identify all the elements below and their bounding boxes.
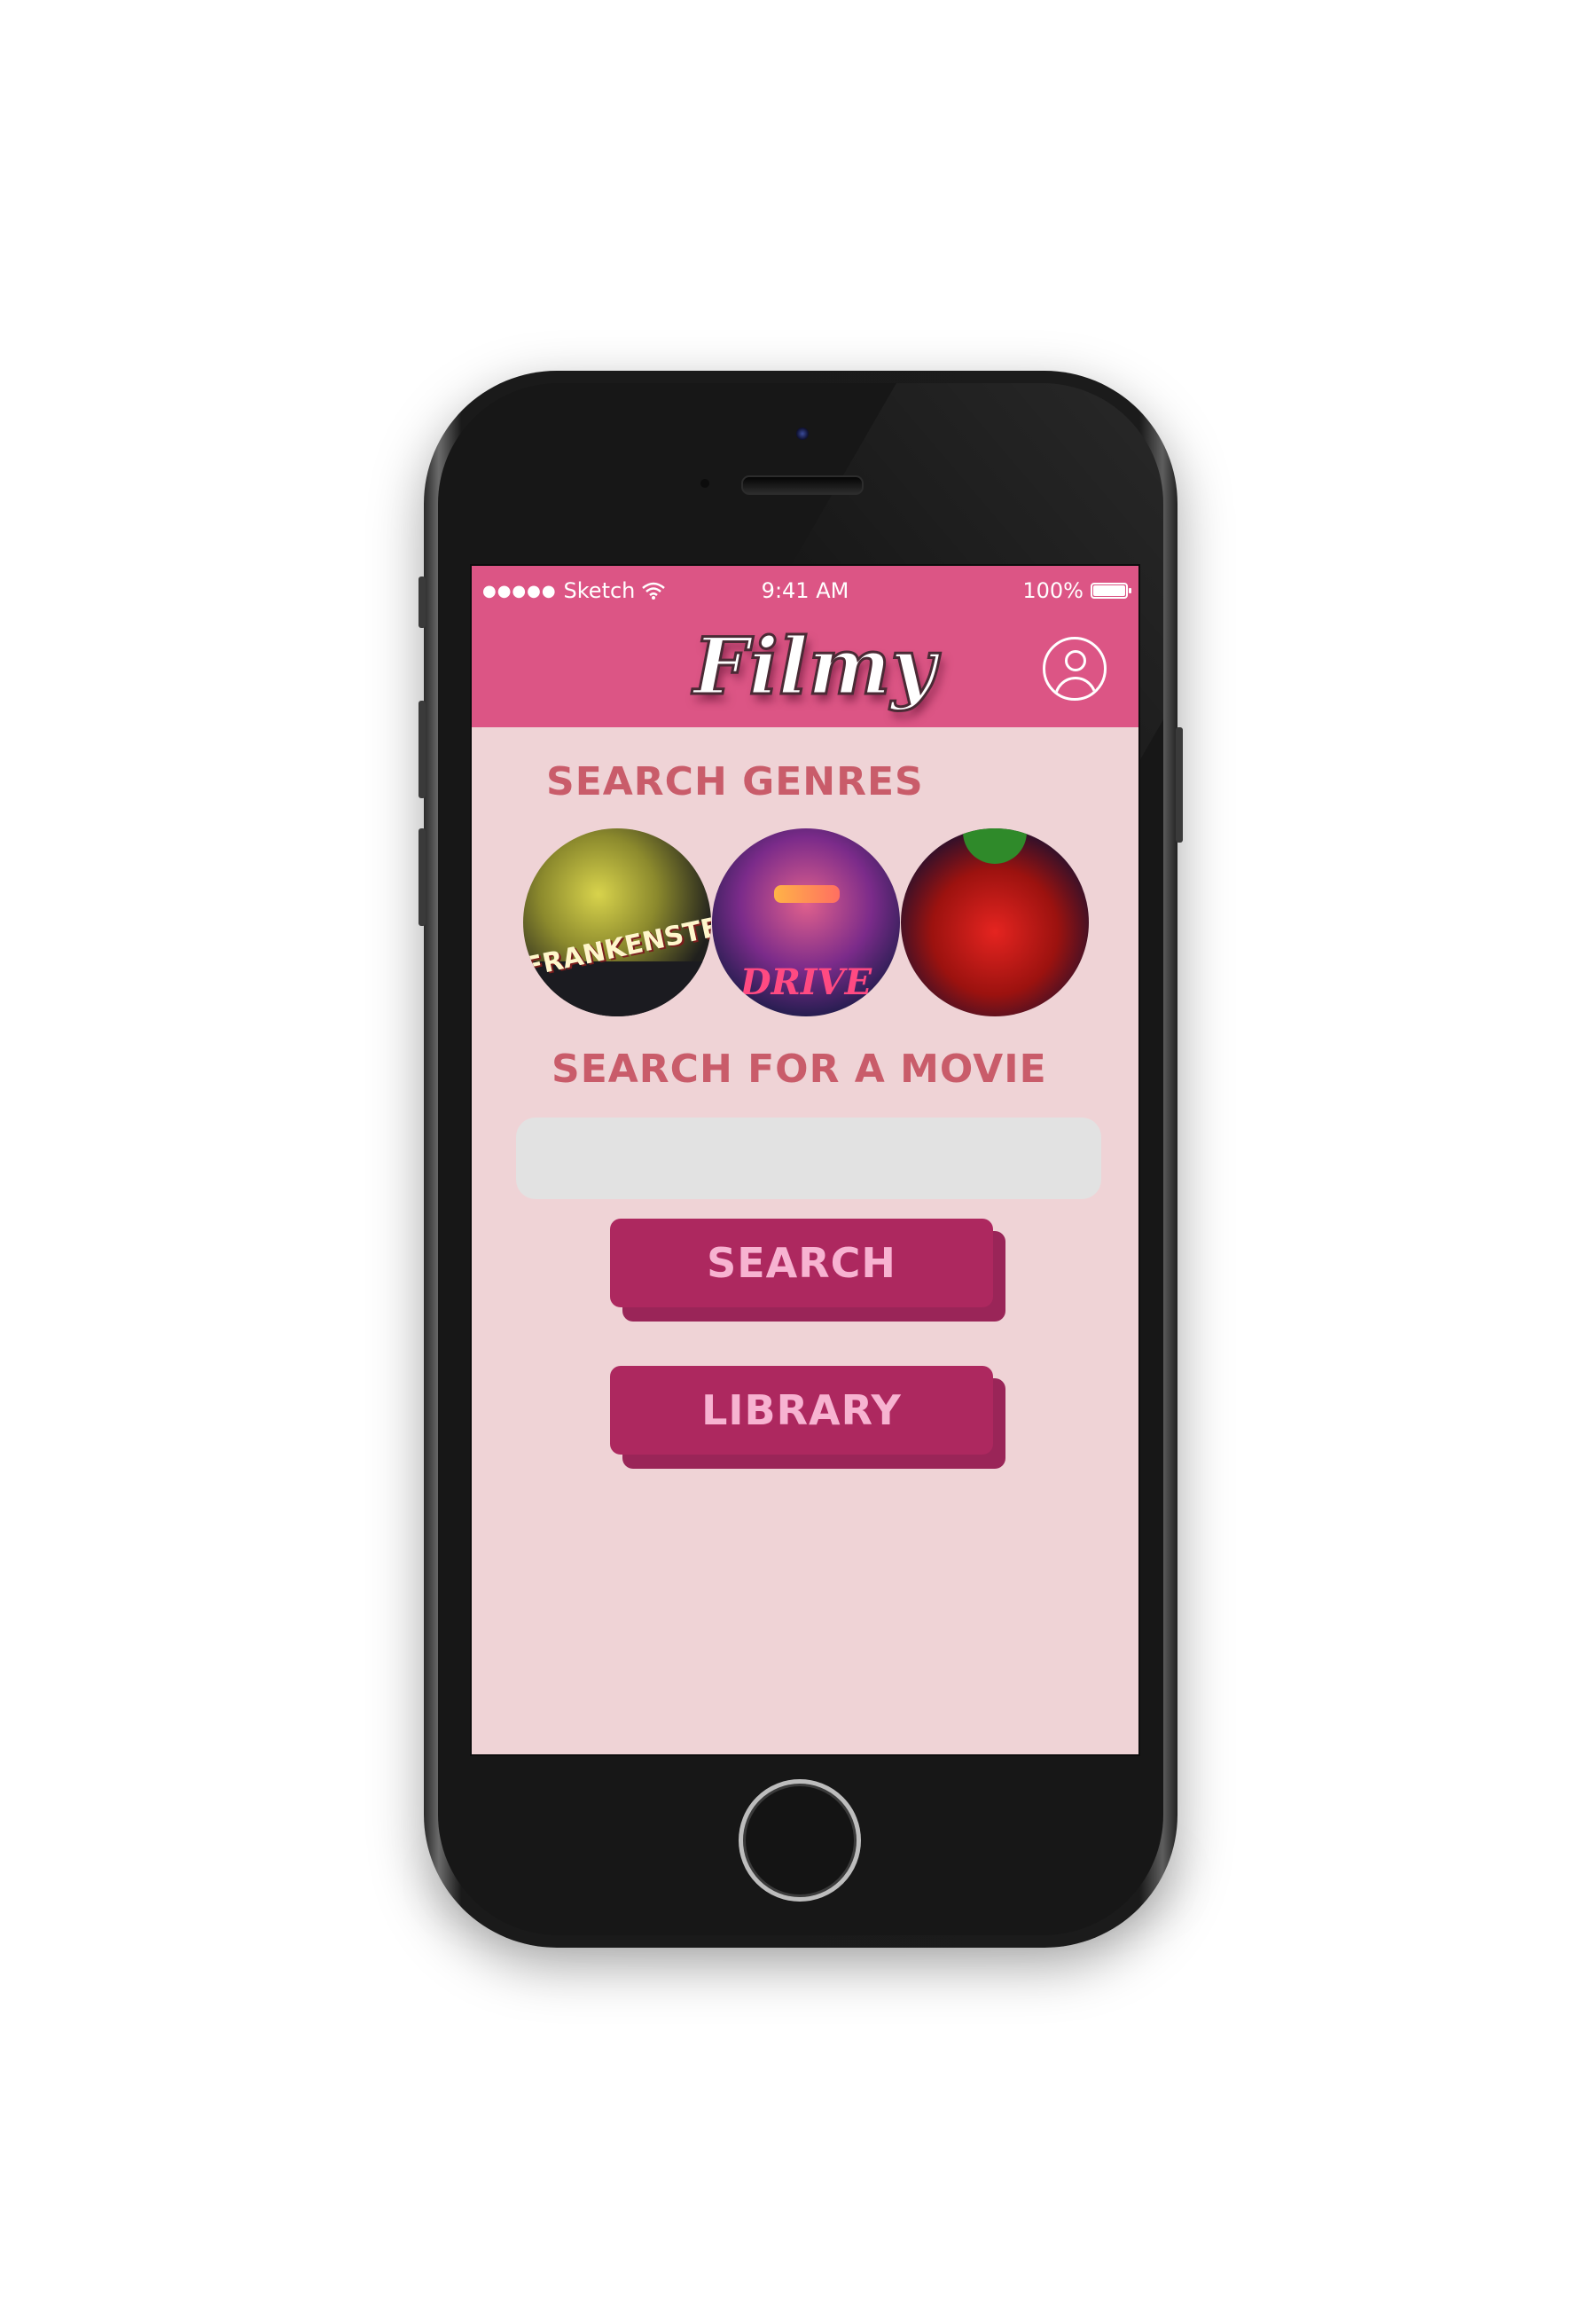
status-bar: ●●●●● Sketch 9:41 AM 100% xyxy=(472,573,1138,608)
movie-search-input[interactable] xyxy=(516,1118,1101,1199)
library-button-label: LIBRARY xyxy=(610,1366,993,1455)
search-movie-heading: SEARCH FOR A MOVIE xyxy=(552,1047,1047,1092)
volume-down-button xyxy=(419,828,426,926)
genre-label: DRIVE xyxy=(739,961,872,1003)
app-header: ●●●●● Sketch 9:41 AM 100% Filmy xyxy=(472,566,1138,727)
home-button[interactable] xyxy=(739,1779,861,1902)
mute-switch xyxy=(419,576,426,628)
battery-percentage: 100% xyxy=(1022,578,1084,603)
search-button[interactable]: SEARCH xyxy=(610,1219,1005,1322)
status-right: 100% xyxy=(1022,578,1131,603)
app-logo: Filmy xyxy=(692,619,938,714)
power-button xyxy=(1176,727,1183,843)
volume-up-button xyxy=(419,701,426,798)
genre-carousel: FRANKENSTEIN DRIVE xyxy=(523,828,1091,1016)
earpiece-speaker xyxy=(741,475,864,495)
profile-head-shape xyxy=(1065,650,1086,671)
poster-strawberry-leaves xyxy=(963,828,1027,864)
user-circle-icon[interactable] xyxy=(1043,637,1107,701)
genre-romance[interactable] xyxy=(901,828,1089,1016)
library-button[interactable]: LIBRARY xyxy=(610,1366,1005,1469)
poster-sunglasses xyxy=(774,885,840,903)
search-genres-heading: SEARCH GENRES xyxy=(546,759,924,804)
genre-horror[interactable]: FRANKENSTEIN xyxy=(523,828,711,1016)
genre-action[interactable]: DRIVE xyxy=(712,828,900,1016)
proximity-sensor xyxy=(700,479,709,488)
battery-icon xyxy=(1091,583,1131,599)
front-camera xyxy=(796,427,809,440)
profile-body-shape xyxy=(1054,677,1097,698)
app-screen: ●●●●● Sketch 9:41 AM 100% Filmy SEARCH G… xyxy=(470,564,1140,1756)
search-button-label: SEARCH xyxy=(610,1219,993,1307)
